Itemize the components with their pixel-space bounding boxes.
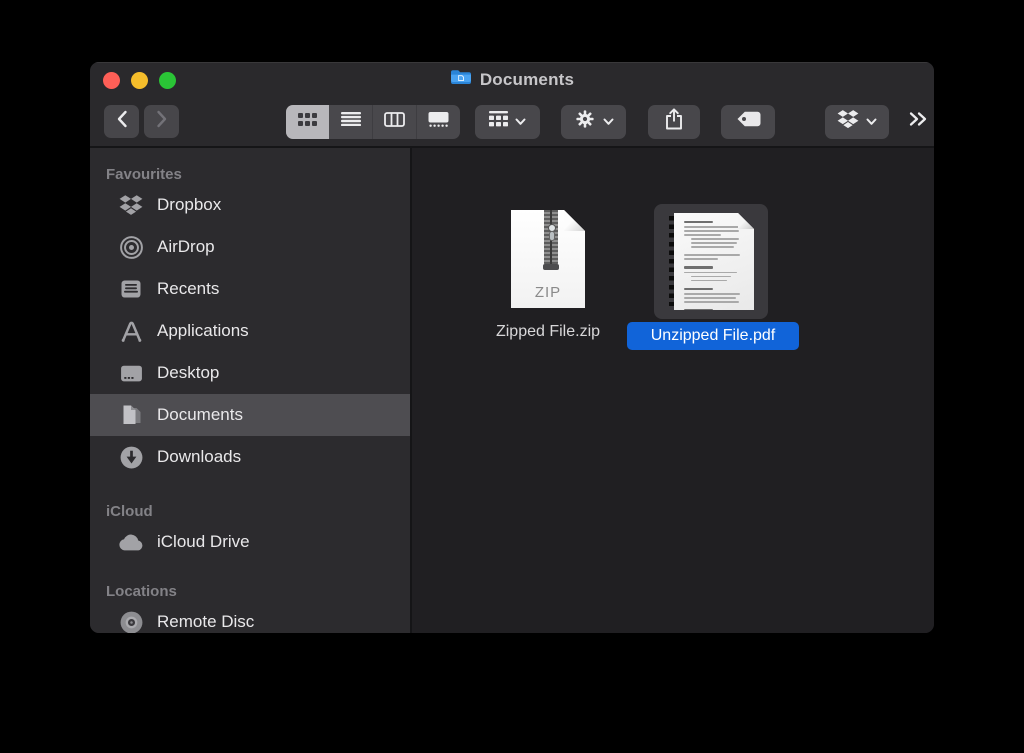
sidebar-item-dropbox[interactable]: Dropbox — [90, 184, 410, 226]
sidebar-item-recents[interactable]: Recents — [90, 268, 410, 310]
sidebar-item-label: Recents — [157, 279, 219, 299]
downloads-icon — [118, 444, 144, 470]
window-title: Documents — [480, 70, 574, 90]
sidebar-item-label: iCloud Drive — [157, 532, 250, 552]
zip-badge-text: ZIP — [511, 284, 585, 301]
airdrop-icon — [118, 234, 144, 260]
file-browser-area[interactable]: ZIP Zipped File.zip — [412, 148, 934, 633]
cloud-icon — [118, 529, 144, 555]
file-label-zip[interactable]: Zipped File.zip — [448, 323, 648, 341]
file-icon-zip[interactable]: ZIP — [511, 210, 585, 308]
toolbar — [90, 97, 934, 148]
recents-icon — [118, 276, 144, 302]
pdf-thumbnail — [674, 213, 754, 310]
icon-view-button[interactable] — [286, 105, 329, 139]
documents-icon — [118, 402, 144, 428]
title-bar[interactable]: Documents — [90, 62, 934, 97]
zipper-pull-tab — [549, 231, 555, 241]
column-view-icon — [384, 112, 405, 132]
file-icon-pdf-selected[interactable] — [654, 204, 768, 319]
sidebar-item-label: Remote Disc — [157, 612, 254, 632]
view-switcher — [286, 105, 460, 139]
chevron-right-icon — [156, 110, 168, 133]
sidebar-section-favourites: Favourites — [90, 164, 410, 184]
back-button[interactable] — [104, 105, 139, 138]
sidebar-item-label: Desktop — [157, 363, 219, 383]
sidebar-item-desktop[interactable]: Desktop — [90, 352, 410, 394]
sidebar-item-applications[interactable]: Applications — [90, 310, 410, 352]
sidebar-item-label: Documents — [157, 405, 243, 425]
sidebar-item-label: Dropbox — [157, 195, 221, 215]
page-fold — [738, 213, 754, 229]
close-button[interactable] — [103, 72, 120, 89]
action-dropdown-button[interactable] — [561, 105, 626, 139]
tag-icon — [736, 110, 761, 133]
sidebar-section-locations: Locations — [90, 581, 410, 601]
traffic-lights — [103, 72, 176, 89]
sidebar-item-downloads[interactable]: Downloads — [90, 436, 410, 478]
share-icon — [665, 108, 683, 135]
sidebar-item-label: AirDrop — [157, 237, 215, 257]
group-icon — [489, 111, 508, 132]
dropbox-dropdown-button[interactable] — [825, 105, 889, 139]
disc-icon — [118, 609, 144, 633]
applications-icon — [118, 318, 144, 344]
minimize-button[interactable] — [131, 72, 148, 89]
group-dropdown-button[interactable] — [475, 105, 540, 139]
chevron-down-icon — [515, 113, 526, 131]
toolbar-overflow-button[interactable] — [908, 111, 928, 132]
tag-button[interactable] — [721, 105, 775, 139]
chevron-down-icon — [866, 113, 877, 131]
chevron-left-icon — [116, 110, 128, 133]
column-view-button[interactable] — [372, 105, 416, 139]
sidebar-section-icloud: iCloud — [90, 501, 410, 521]
sidebar-item-icloud-drive[interactable]: iCloud Drive — [90, 521, 410, 563]
dropbox-icon — [118, 192, 144, 218]
double-chevron-right-icon — [908, 111, 928, 132]
forward-button[interactable] — [144, 105, 179, 138]
page-fold — [564, 210, 585, 231]
gear-icon — [574, 108, 596, 135]
folder-icon — [450, 69, 472, 91]
gallery-view-icon — [428, 112, 449, 132]
list-view-button[interactable] — [329, 105, 372, 139]
sidebar-item-label: Applications — [157, 321, 249, 341]
zoom-button[interactable] — [159, 72, 176, 89]
dropbox-icon — [837, 109, 859, 135]
chevron-down-icon — [603, 113, 614, 131]
sidebar: Favourites Dropbox — [90, 148, 412, 633]
sidebar-item-label: Downloads — [157, 447, 241, 467]
share-button[interactable] — [648, 105, 700, 139]
file-label-pdf-selected[interactable]: Unzipped File.pdf — [627, 322, 799, 350]
finder-window: Documents — [90, 62, 934, 633]
sidebar-item-documents[interactable]: Documents — [90, 394, 410, 436]
pdf-text-preview — [684, 221, 746, 322]
sidebar-item-remote-disc[interactable]: Remote Disc — [90, 601, 410, 633]
zipper-stop — [543, 264, 559, 270]
gallery-view-button[interactable] — [416, 105, 460, 139]
icon-view-icon — [298, 113, 317, 131]
desktop-icon — [118, 360, 144, 386]
sidebar-item-airdrop[interactable]: AirDrop — [90, 226, 410, 268]
list-view-icon — [341, 112, 361, 131]
